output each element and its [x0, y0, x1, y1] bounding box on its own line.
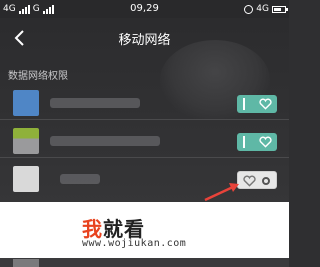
row-divider	[0, 119, 289, 120]
network-toggle[interactable]	[237, 133, 277, 151]
app-row	[0, 86, 289, 120]
red-arrow-annotation	[204, 183, 239, 202]
alarm-icon	[244, 4, 254, 14]
app-name-blurred	[60, 174, 100, 184]
next-row-peek	[0, 258, 289, 267]
network-toggle[interactable]	[237, 171, 277, 189]
row-divider	[0, 157, 289, 158]
battery-icon	[272, 5, 288, 13]
toggle-knob	[243, 98, 245, 110]
toggle-knob	[243, 136, 245, 148]
app-name-blurred	[50, 136, 160, 146]
heart-icon	[259, 136, 272, 148]
app-icon	[13, 166, 39, 192]
toggle-off-indicator	[262, 177, 270, 185]
heart-icon	[243, 175, 256, 187]
app-icon	[13, 128, 39, 154]
page-title: 移动网络	[118, 33, 171, 48]
network-toggle[interactable]	[237, 95, 277, 113]
app-header: 移动网络	[0, 18, 289, 58]
app-name-blurred	[50, 98, 140, 108]
app-icon	[13, 259, 39, 267]
heart-icon	[259, 98, 272, 110]
watermark-url: www.wojiukan.com	[82, 238, 187, 249]
section-label: 数据网络权限	[8, 71, 68, 82]
status-right: 4G	[244, 0, 288, 18]
network-type-right: 4G	[256, 4, 269, 14]
app-row	[0, 162, 289, 196]
app-row	[0, 124, 289, 158]
app-icon	[13, 90, 39, 116]
status-bar: 4G G 09,29 4G	[0, 0, 289, 18]
